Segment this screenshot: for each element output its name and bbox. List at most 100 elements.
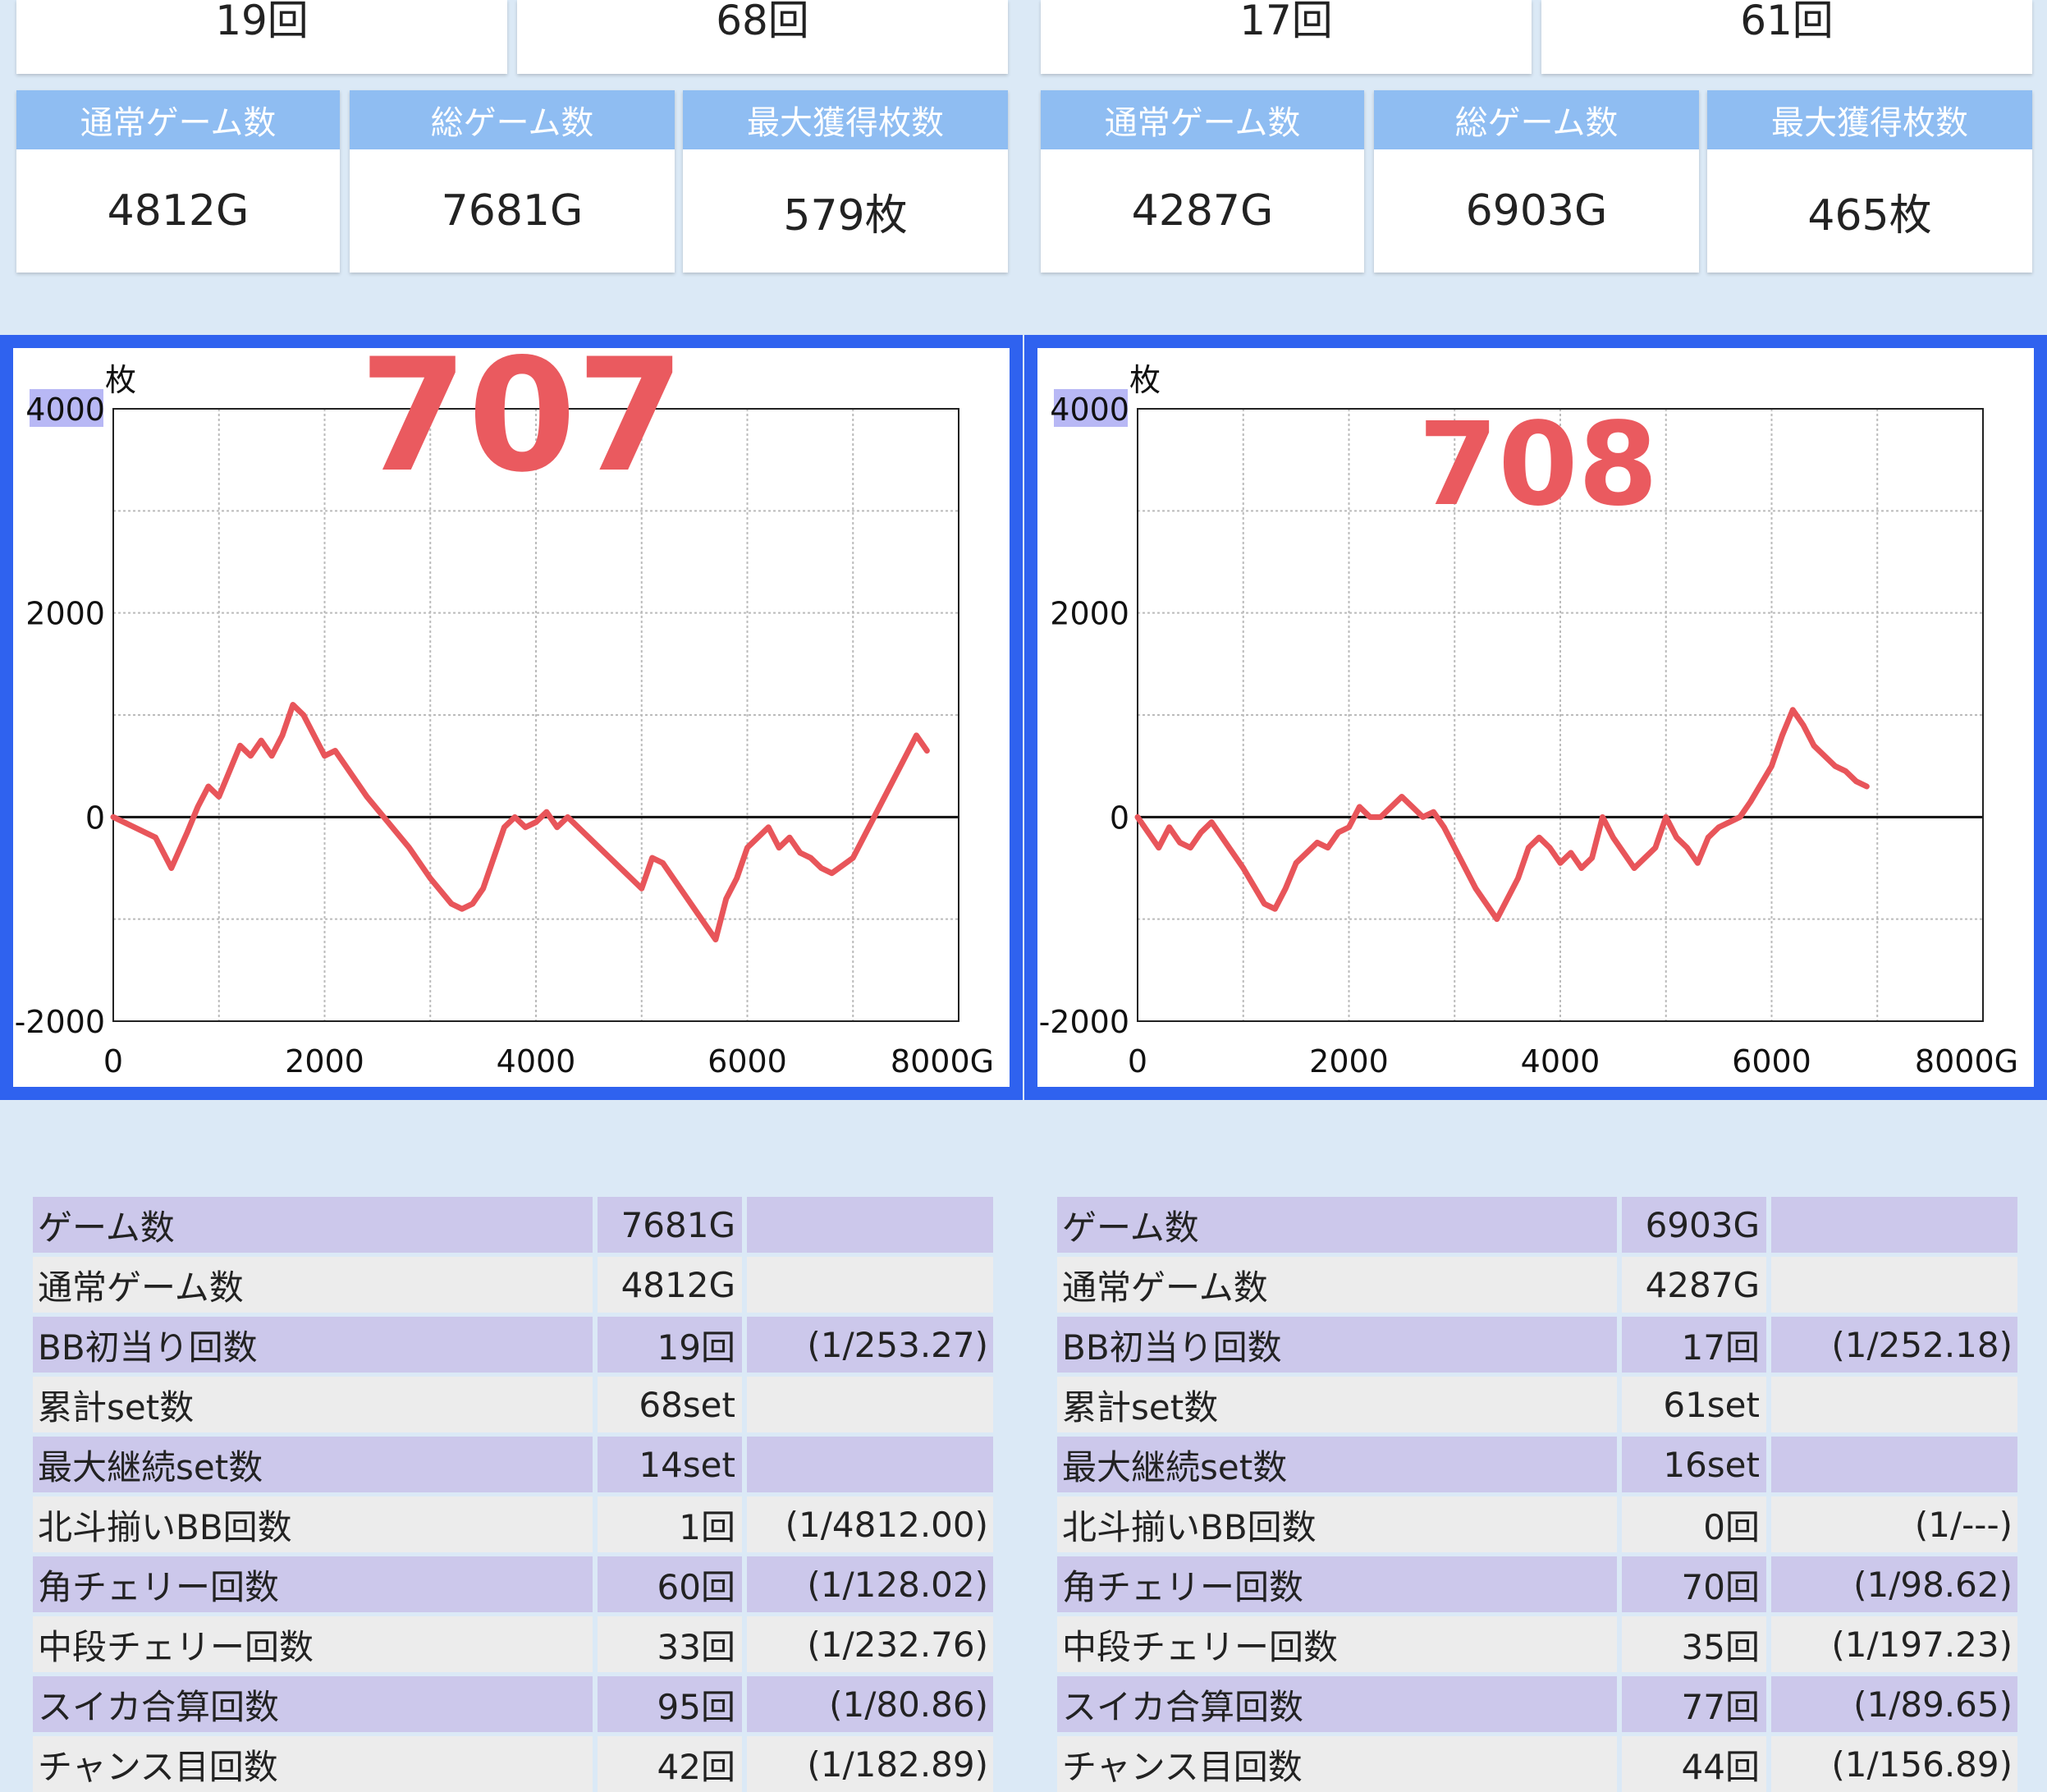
row-ratio	[1771, 1437, 2017, 1492]
row-value: 35回	[1622, 1616, 1766, 1672]
overlay-number: 707	[359, 348, 685, 506]
row-value: 7681G	[598, 1197, 742, 1253]
row-ratio: (1/128.02)	[747, 1556, 993, 1612]
y-tick-label: 4000	[1050, 392, 1129, 428]
stat-label: 通常ゲーム数	[1041, 90, 1364, 149]
row-label: 最大継続set数	[33, 1437, 593, 1492]
stat-normal-games: 通常ゲーム数 4287G	[1041, 90, 1364, 273]
row-label: ゲーム数	[1057, 1197, 1617, 1253]
table-row: 累計set数 68set	[33, 1377, 993, 1432]
table-row: スイカ合算回数 95回 (1/80.86)	[33, 1676, 993, 1732]
row-value: 4812G	[598, 1257, 742, 1313]
row-value: 77回	[1622, 1676, 1766, 1732]
slump-graph: 400020000-2000枚0 2000 4000 6000 8000G707	[15, 348, 995, 1079]
x-tick-label: 2000	[1309, 1043, 1389, 1079]
row-value: 95回	[598, 1676, 742, 1732]
x-tick-label: 0	[103, 1043, 123, 1079]
stat-total-games: 総ゲーム数 6903G	[1374, 90, 1699, 273]
row-label: 累計set数	[33, 1377, 593, 1432]
row-ratio	[747, 1197, 993, 1253]
table-row: 累計set数 61set	[1057, 1377, 2017, 1432]
x-tick-label: 8000G	[1915, 1043, 2018, 1079]
row-value: 14set	[598, 1437, 742, 1492]
stat-total-games: 総ゲーム数 7681G	[350, 90, 675, 273]
set-count: 61回	[1740, 0, 1834, 44]
y-tick-label: 2000	[1050, 596, 1129, 632]
row-ratio: (1/89.65)	[1771, 1676, 2017, 1732]
row-label: 北斗揃いBB回数	[33, 1496, 593, 1552]
row-label: BB初当り回数	[33, 1317, 593, 1373]
row-label: 中段チェリー回数	[33, 1616, 593, 1672]
slump-graph-panel: 4000 2000 0 -2000 枚 0 2000 4000 6000 8000G 707	[0, 335, 1023, 1100]
row-ratio: (1/4812.00)	[747, 1496, 993, 1552]
x-tick-label: 2000	[285, 1043, 364, 1079]
stat-max-medals: 最大獲得枚数 465枚	[1707, 90, 2032, 273]
row-label: BB初当り回数	[1057, 1317, 1617, 1373]
y-axis-unit: 枚	[105, 362, 136, 398]
table-row: 北斗揃いBB回数 0回 (1/---)	[1057, 1496, 2017, 1552]
row-ratio	[1771, 1377, 2017, 1432]
table-row: スイカ合算回数 77回 (1/89.65)	[1057, 1676, 2017, 1732]
table-row: チャンス目回数 44回 (1/156.89)	[1057, 1736, 2017, 1792]
y-tick-label: -2000	[15, 1004, 105, 1040]
row-label: 角チェリー回数	[33, 1556, 593, 1612]
table-row: 北斗揃いBB回数 1回 (1/4812.00)	[33, 1496, 993, 1552]
x-tick-label: 4000	[1521, 1043, 1601, 1079]
row-label: 角チェリー回数	[1057, 1556, 1617, 1612]
stat-label: 総ゲーム数	[1374, 90, 1699, 149]
row-label: 通常ゲーム数	[33, 1257, 593, 1313]
table-row: BB初当り回数 19回 (1/253.27)	[33, 1317, 993, 1373]
row-label: チャンス目回数	[33, 1736, 593, 1792]
table-row: 通常ゲーム数 4812G	[33, 1257, 993, 1313]
row-value: 70回	[1622, 1556, 1766, 1612]
stat-value: 465枚	[1807, 190, 1932, 241]
bb-count: 19回	[215, 0, 309, 44]
row-ratio: (1/197.23)	[1771, 1616, 2017, 1672]
stat-max-medals: 最大獲得枚数 579枚	[683, 90, 1008, 273]
stat-value: 4812G	[107, 186, 250, 236]
table-row: 最大継続set数 14set	[33, 1437, 993, 1492]
row-label: スイカ合算回数	[33, 1676, 593, 1732]
row-value: 17回	[1622, 1317, 1766, 1373]
set-count: 68回	[716, 0, 809, 44]
y-tick-label: 4000	[25, 392, 105, 428]
row-ratio	[747, 1257, 993, 1313]
row-ratio	[747, 1437, 993, 1492]
row-value: 16set	[1622, 1437, 1766, 1492]
row-ratio	[1771, 1257, 2017, 1313]
stat-value: 579枚	[783, 190, 908, 241]
row-ratio: (1/182.89)	[747, 1736, 993, 1792]
table-row: 角チェリー回数 60回 (1/128.02)	[33, 1556, 993, 1612]
row-value: 60回	[598, 1556, 742, 1612]
y-tick-label: 0	[85, 800, 105, 836]
y-tick-label: -2000	[1039, 1004, 1129, 1040]
table-row: 中段チェリー回数 33回 (1/232.76)	[33, 1616, 993, 1672]
row-label: 通常ゲーム数	[1057, 1257, 1617, 1313]
row-label: チャンス目回数	[1057, 1736, 1617, 1792]
row-ratio	[747, 1377, 993, 1432]
x-tick-label: 6000	[1732, 1043, 1811, 1079]
row-value: 68set	[598, 1377, 742, 1432]
row-label: 最大継続set数	[1057, 1437, 1617, 1492]
bb-count-box: 17回	[1041, 0, 1532, 74]
table-row: BB初当り回数 17回 (1/252.18)	[1057, 1317, 2017, 1373]
row-value: 0回	[1622, 1496, 1766, 1552]
table-row: ゲーム数 6903G	[1057, 1197, 2017, 1253]
stat-value: 7681G	[441, 186, 584, 236]
table-row: チャンス目回数 42回 (1/182.89)	[33, 1736, 993, 1792]
x-tick-label: 8000G	[891, 1043, 994, 1079]
stat-label: 通常ゲーム数	[16, 90, 340, 149]
row-ratio: (1/252.18)	[1771, 1317, 2017, 1373]
row-label: スイカ合算回数	[1057, 1676, 1617, 1732]
row-ratio	[1771, 1197, 2017, 1253]
stat-label: 総ゲーム数	[350, 90, 675, 149]
row-label: 中段チェリー回数	[1057, 1616, 1617, 1672]
row-label: 北斗揃いBB回数	[1057, 1496, 1617, 1552]
stat-label: 最大獲得枚数	[683, 90, 1008, 149]
slump-graph-panel: 4000 2000 0 -2000 枚 0 2000 4000 6000 8000G 708	[1024, 335, 2047, 1100]
row-value: 33回	[598, 1616, 742, 1672]
stat-label: 最大獲得枚数	[1707, 90, 2032, 149]
row-ratio: (1/98.62)	[1771, 1556, 2017, 1612]
row-value: 4287G	[1622, 1257, 1766, 1313]
overlay-number: 708	[1418, 398, 1658, 532]
